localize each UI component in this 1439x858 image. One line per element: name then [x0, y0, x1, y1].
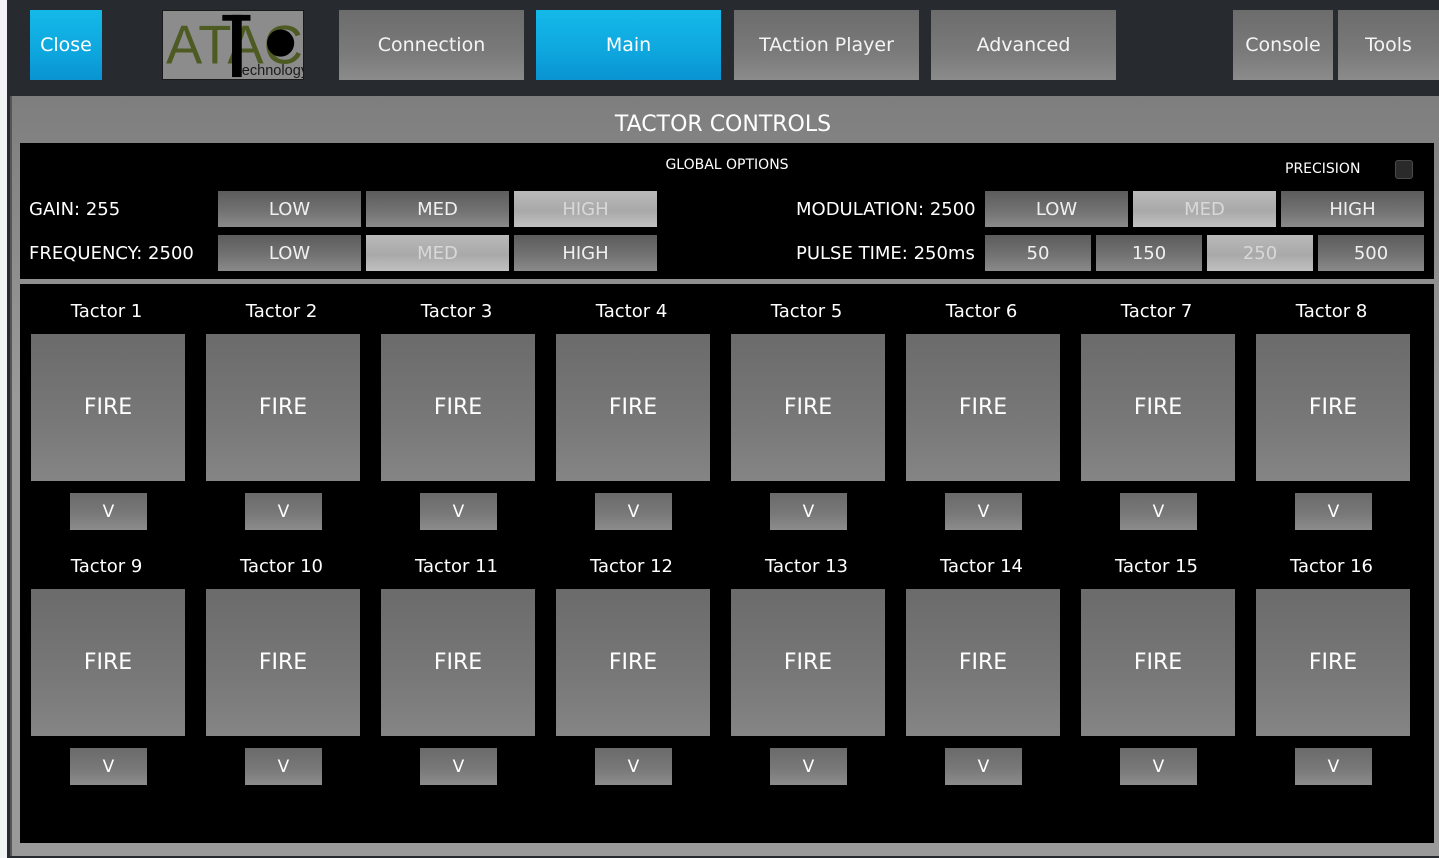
- modulation-low-button[interactable]: LOW: [985, 191, 1128, 227]
- tactor-cell: Tactor 12 FIRE V: [544, 556, 719, 796]
- tactor-name: Tactor 16: [1289, 556, 1374, 577]
- tactor-grid: Tactor 1 FIRE V Tactor 2 FIRE V Tactor 3 FIRE V T…: [20, 284, 1434, 843]
- modulation-high-button[interactable]: HIGH: [1281, 191, 1424, 227]
- tactor-menu-button[interactable]: V: [1295, 493, 1372, 530]
- tactor-name: Tactor 15: [1114, 556, 1199, 577]
- panel-title: TACTOR CONTROLS: [614, 112, 832, 137]
- console-button[interactable]: Console: [1233, 10, 1333, 80]
- tactor-name: Tactor 5: [770, 301, 843, 322]
- pulse-50-button[interactable]: 50: [985, 235, 1091, 271]
- close-button[interactable]: Close: [30, 10, 102, 80]
- tactor-cell: Tactor 16 FIRE V: [1244, 556, 1419, 796]
- tactor-name: Tactor 12: [589, 556, 674, 577]
- tactor-menu-button[interactable]: V: [595, 493, 672, 530]
- precision-label: PRECISION: [1285, 161, 1361, 177]
- fire-button[interactable]: FIRE: [381, 589, 535, 736]
- tactor-name: Tactor 14: [939, 556, 1024, 577]
- tactor-name: Tactor 6: [945, 301, 1018, 322]
- frequency-label: FREQUENCY: 2500: [29, 243, 194, 264]
- tactor-name: Tactor 1: [70, 301, 143, 322]
- frequency-low-button[interactable]: LOW: [218, 235, 361, 271]
- tactor-menu-button[interactable]: V: [770, 493, 847, 530]
- tactor-cell: Tactor 15 FIRE V: [1069, 556, 1244, 796]
- tactor-cell: Tactor 7 FIRE V: [1069, 301, 1244, 541]
- tactor-name: Tactor 8: [1295, 301, 1368, 322]
- tactor-menu-button[interactable]: V: [1120, 748, 1197, 785]
- modulation-label: MODULATION: 2500: [796, 199, 976, 220]
- fire-button[interactable]: FIRE: [731, 334, 885, 481]
- tactor-name: Tactor 11: [414, 556, 499, 577]
- tactor-name: Tactor 3: [420, 301, 493, 322]
- fire-button[interactable]: FIRE: [906, 334, 1060, 481]
- precision-checkbox[interactable]: [1395, 160, 1413, 179]
- tab-taction-player[interactable]: TAction Player: [734, 10, 919, 80]
- pulse-150-button[interactable]: 150: [1096, 235, 1202, 271]
- tactor-cell: Tactor 10 FIRE V: [194, 556, 369, 796]
- tactor-menu-button[interactable]: V: [245, 748, 322, 785]
- fire-button[interactable]: FIRE: [31, 589, 185, 736]
- tab-advanced[interactable]: Advanced: [931, 10, 1116, 80]
- fire-button[interactable]: FIRE: [1081, 589, 1235, 736]
- tab-main[interactable]: Main: [536, 10, 721, 80]
- tactor-menu-button[interactable]: V: [945, 748, 1022, 785]
- frequency-med-button[interactable]: MED: [366, 235, 509, 271]
- fire-button[interactable]: FIRE: [381, 334, 535, 481]
- fire-button[interactable]: FIRE: [31, 334, 185, 481]
- tactor-cell: Tactor 6 FIRE V: [894, 301, 1069, 541]
- tactor-cell: Tactor 5 FIRE V: [719, 301, 894, 541]
- gain-med-button[interactable]: MED: [366, 191, 509, 227]
- pulse-time-label: PULSE TIME: 250ms: [796, 243, 975, 264]
- tactor-cell: Tactor 11 FIRE V: [369, 556, 544, 796]
- fire-button[interactable]: FIRE: [556, 334, 710, 481]
- tactor-menu-button[interactable]: V: [1120, 493, 1197, 530]
- tactor-menu-button[interactable]: V: [770, 748, 847, 785]
- tools-button[interactable]: Tools: [1338, 10, 1439, 80]
- tactor-menu-button[interactable]: V: [595, 748, 672, 785]
- global-options-section: GLOBAL OPTIONS PRECISION GAIN: 255 LOW M…: [20, 143, 1434, 279]
- tactor-menu-button[interactable]: V: [70, 748, 147, 785]
- tactor-cell: Tactor 13 FIRE V: [719, 556, 894, 796]
- atac-technology-logo: ATAC echnology: [162, 10, 304, 80]
- tactor-cell: Tactor 4 FIRE V: [544, 301, 719, 541]
- gain-label: GAIN: 255: [29, 199, 121, 220]
- fire-button[interactable]: FIRE: [206, 334, 360, 481]
- logo-graphic: ATAC echnology: [166, 14, 303, 79]
- tactor-menu-button[interactable]: V: [420, 493, 497, 530]
- app-window: Close ATAC echnology Connection Main TAc…: [7, 0, 1439, 858]
- tactor-cell: Tactor 3 FIRE V: [369, 301, 544, 541]
- tactor-menu-button[interactable]: V: [945, 493, 1022, 530]
- tactor-name: Tactor 9: [70, 556, 143, 577]
- tab-connection[interactable]: Connection: [339, 10, 524, 80]
- logo-subtext: echnology: [242, 63, 303, 79]
- fire-button[interactable]: FIRE: [906, 589, 1060, 736]
- tactor-name: Tactor 13: [764, 556, 849, 577]
- frequency-high-button[interactable]: HIGH: [514, 235, 657, 271]
- global-options-heading: GLOBAL OPTIONS: [665, 157, 789, 173]
- tactor-cell: Tactor 1 FIRE V: [19, 301, 194, 541]
- tactor-cell: Tactor 8 FIRE V: [1244, 301, 1419, 541]
- tactor-cell: Tactor 14 FIRE V: [894, 556, 1069, 796]
- tactor-menu-button[interactable]: V: [70, 493, 147, 530]
- pulse-500-button[interactable]: 500: [1318, 235, 1424, 271]
- tactor-cell: Tactor 9 FIRE V: [19, 556, 194, 796]
- tactor-name: Tactor 2: [245, 301, 318, 322]
- tactor-cell: Tactor 2 FIRE V: [194, 301, 369, 541]
- tactor-menu-button[interactable]: V: [1295, 748, 1372, 785]
- fire-button[interactable]: FIRE: [1256, 589, 1410, 736]
- tactor-menu-button[interactable]: V: [245, 493, 322, 530]
- fire-button[interactable]: FIRE: [206, 589, 360, 736]
- pulse-250-button[interactable]: 250: [1207, 235, 1313, 271]
- fire-button[interactable]: FIRE: [1081, 334, 1235, 481]
- fire-button[interactable]: FIRE: [556, 589, 710, 736]
- gain-high-button[interactable]: HIGH: [514, 191, 657, 227]
- tactor-menu-button[interactable]: V: [420, 748, 497, 785]
- fire-button[interactable]: FIRE: [1256, 334, 1410, 481]
- fire-button[interactable]: FIRE: [731, 589, 885, 736]
- tactor-name: Tactor 4: [595, 301, 668, 322]
- modulation-med-button[interactable]: MED: [1133, 191, 1276, 227]
- tactor-name: Tactor 7: [1120, 301, 1193, 322]
- gain-low-button[interactable]: LOW: [218, 191, 361, 227]
- tactor-name: Tactor 10: [239, 556, 324, 577]
